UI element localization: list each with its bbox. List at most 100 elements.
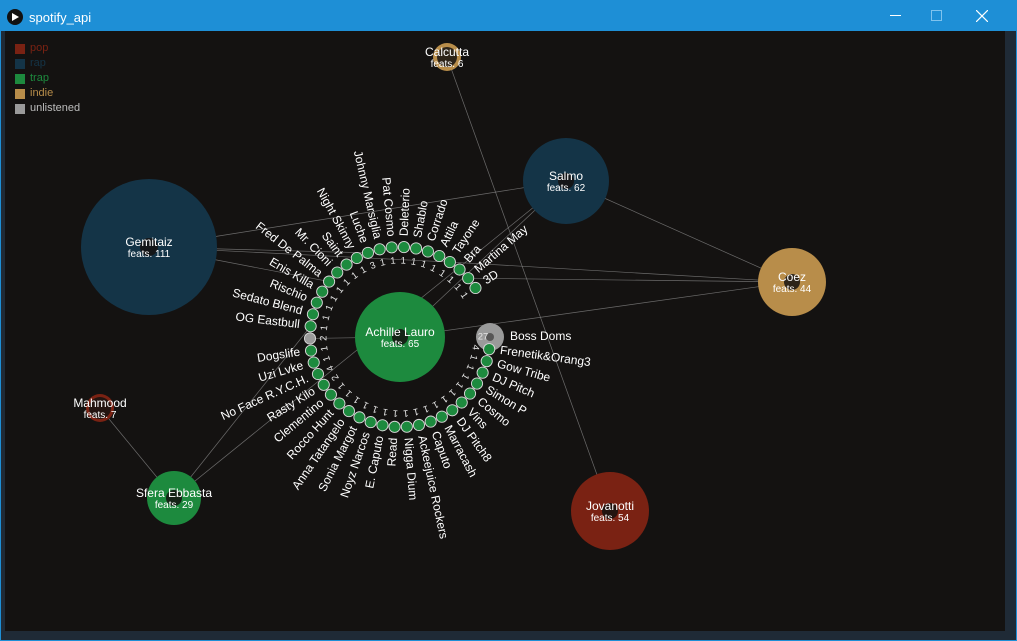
legend-item-indie: indie: [15, 86, 80, 101]
legend-label: unlistened: [30, 102, 81, 114]
collaborator-dot[interactable]: [304, 320, 317, 333]
legend-label: rap: [30, 57, 46, 69]
collaborator-dot[interactable]: [476, 366, 489, 379]
collaborator-count: 1: [334, 285, 346, 296]
collaborator-dot[interactable]: [361, 246, 375, 259]
collaborator-dot[interactable]: [376, 419, 389, 432]
artist-node-sfera-ebbasta[interactable]: Sfera Ebbastafeats. 29: [136, 471, 212, 525]
close-button[interactable]: [959, 0, 1005, 31]
collaborator-count: 27: [478, 332, 489, 343]
collaborator-dot[interactable]: [304, 344, 318, 357]
collaborator-count: 2: [318, 335, 329, 340]
artist-node-salmo[interactable]: Salmofeats. 62: [523, 138, 609, 224]
collaborator-count: 1: [352, 394, 363, 406]
collaborator-dot[interactable]: [463, 387, 477, 400]
collaborator-dot[interactable]: [307, 356, 320, 369]
collaborator-dot[interactable]: [311, 367, 325, 381]
collaborator-dot[interactable]: [373, 243, 386, 256]
collaborator-dot[interactable]: [397, 241, 410, 254]
artist-node-mahmood[interactable]: Mahmoodfeats. 7: [73, 394, 127, 422]
collaborator-dot[interactable]: [469, 281, 482, 295]
collaborator-count: 1: [464, 363, 476, 372]
minimize-button[interactable]: [872, 0, 918, 31]
graph-canvas[interactable]: Gemitaiz feats. 111 Salmo feats. 62 Calcutta…: [5, 31, 1005, 631]
collaborator-dot[interactable]: [333, 397, 346, 410]
legend-swatch: [15, 43, 25, 54]
artist-node-coez[interactable]: Coezfeats. 44: [758, 248, 826, 316]
collaborator-dot[interactable]: [453, 263, 466, 276]
maximize-button[interactable]: [913, 0, 959, 31]
collaborator-dot[interactable]: [455, 396, 468, 409]
collaborator-dot[interactable]: [310, 296, 323, 309]
collaborator-count: 1: [390, 256, 396, 267]
legend-label: indie: [30, 87, 54, 99]
artist-feats: feats. 65: [381, 339, 420, 350]
genre-legend: pop rap trap indie unlistened: [15, 41, 80, 116]
collaborator-count: 1: [319, 325, 331, 332]
collaborator-dot[interactable]: [443, 256, 456, 269]
collaborator-dot[interactable]: [400, 420, 413, 433]
collaborator-dot[interactable]: [303, 332, 317, 345]
collaborator-count: 1: [439, 393, 450, 405]
collaborator-dot[interactable]: [435, 410, 448, 423]
collaborator-dot[interactable]: [342, 405, 355, 418]
collaborator-dot[interactable]: [340, 258, 353, 271]
collaborator-count: 1: [458, 290, 470, 300]
collaborator-count: 1: [428, 263, 438, 275]
collaborator-dot[interactable]: [324, 388, 337, 401]
artist-node-calcutta[interactable]: Calcuttafeats. 6: [425, 43, 469, 71]
collaborator-dot[interactable]: [421, 245, 434, 258]
collaborator-dot[interactable]: [412, 418, 425, 432]
collaborator-dot[interactable]: [470, 377, 484, 390]
collaborator-name: Boss Doms: [510, 329, 571, 343]
artist-graph[interactable]: Gemitaizfeats. 111Salmofeats. 62Calcutta…: [5, 31, 1005, 631]
collaborator-count: 1: [445, 274, 456, 286]
collaborator-node[interactable]: 1 Deleterio: [397, 187, 413, 266]
collaborator-dot[interactable]: [462, 272, 475, 285]
collaborator-count: 1: [343, 387, 354, 399]
collaborator-dot[interactable]: [483, 343, 496, 356]
collaborator-dot[interactable]: [424, 415, 437, 428]
center-artist-node[interactable]: Achille Laurofeats. 65: [355, 292, 445, 382]
legend-item-unlistened: unlistened: [15, 101, 80, 116]
collaborator-dot[interactable]: [433, 249, 446, 263]
artist-feats: feats. 6: [431, 59, 464, 70]
collaborator-count: 1: [359, 264, 369, 276]
legend-swatch: [15, 103, 25, 114]
artist-name: Mahmood: [73, 396, 126, 410]
collaborator-count: 1: [452, 282, 464, 293]
collaborator-count: 1: [328, 294, 340, 304]
collaborator-count: 1: [467, 353, 479, 361]
collaborator-dot[interactable]: [385, 241, 398, 254]
title-bar[interactable]: spotify_api: [0, 0, 1017, 31]
collaborator-count: 1: [319, 345, 331, 352]
collaborator-dot[interactable]: [316, 285, 329, 298]
collaborator-dot[interactable]: [446, 404, 459, 417]
artist-node-jovanotti[interactable]: Jovanottifeats. 54: [571, 472, 649, 550]
artist-name: Sfera Ebbasta: [136, 486, 212, 500]
collaborator-count: 1: [361, 399, 371, 411]
collaborator-dot[interactable]: [410, 242, 423, 255]
artist-node-gemitaiz[interactable]: Gemitaizfeats. 111: [81, 179, 217, 315]
collaborator-count: 1: [392, 407, 398, 418]
legend-swatch: [15, 58, 25, 69]
artist-feats: feats. 29: [155, 500, 194, 511]
artist-name: Calcutta: [425, 45, 469, 59]
collaborator-dot[interactable]: [388, 420, 401, 433]
legend-item-rap: rap: [15, 56, 80, 71]
collaborator-dot[interactable]: [323, 275, 336, 288]
collaborator-dot[interactable]: [350, 251, 363, 265]
artist-name: Salmo: [549, 169, 583, 183]
artist-name: Gemitaiz: [125, 235, 172, 249]
collaborator-count: 1: [371, 403, 380, 415]
collaborator-dot[interactable]: [306, 308, 319, 321]
collaborator-count: 1: [459, 371, 471, 381]
collaborator-dot[interactable]: [480, 355, 493, 368]
connection-line: [468, 277, 793, 283]
collaborator-dot[interactable]: [331, 266, 344, 279]
collaborator-dot[interactable]: [353, 411, 366, 424]
collaborator-dot[interactable]: [364, 416, 377, 429]
collaborator-dot[interactable]: [317, 378, 330, 391]
close-icon: [976, 9, 988, 22]
collaborator-count: 1: [320, 314, 332, 322]
